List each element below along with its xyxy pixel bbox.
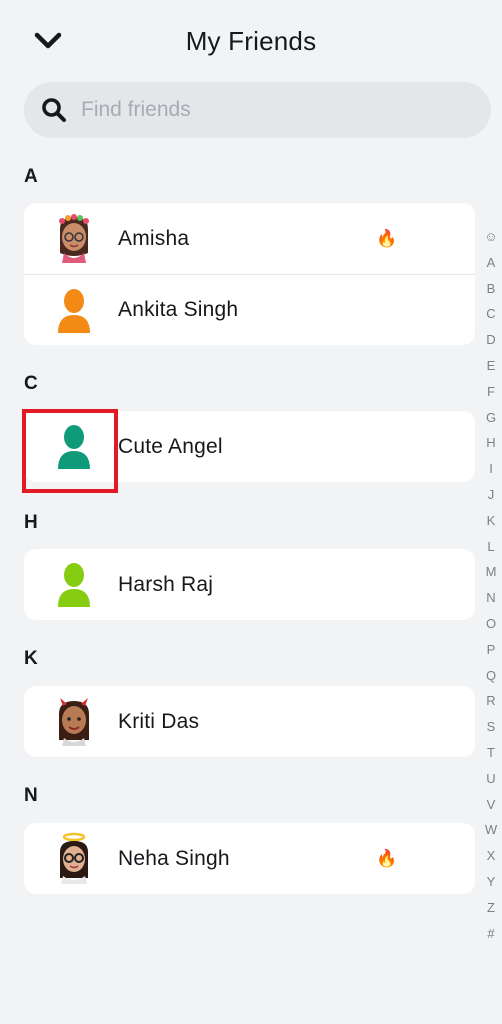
friends-card-c: Cute Angel (24, 411, 475, 482)
friend-row-harsh-raj[interactable]: Harsh Raj (24, 549, 475, 620)
friends-card-h: Harsh Raj (24, 549, 475, 620)
alphabet-index-letter[interactable]: Q (486, 663, 496, 689)
friend-name: Harsh Raj (118, 572, 214, 596)
friend-name: Neha Singh (118, 846, 230, 870)
alphabet-index-letter[interactable]: T (487, 740, 495, 766)
bitmoji-avatar (50, 695, 98, 747)
alphabet-index-letter[interactable]: W (485, 817, 497, 843)
friend-row-amisha[interactable]: Amisha 🔥 (24, 203, 475, 274)
default-avatar-icon (50, 558, 98, 610)
alphabet-index-letter[interactable]: I (489, 456, 493, 482)
alphabet-index-letter[interactable]: F (487, 379, 495, 405)
alphabet-index-emoji[interactable]: ☺ (484, 224, 497, 250)
friend-name: Ankita Singh (118, 298, 239, 321)
section-header-h: H (24, 512, 38, 533)
alphabet-index-letter[interactable]: Z (487, 895, 495, 921)
section-header-k: K (24, 648, 38, 669)
alphabet-index-letter[interactable]: G (486, 405, 496, 431)
alphabet-index-letter[interactable]: M (486, 559, 497, 585)
friends-card-n: Neha Singh 🔥 (24, 823, 475, 894)
friend-name: Amisha (118, 226, 190, 250)
streak-fire-icon: 🔥 (376, 228, 398, 248)
friends-card-k: Kriti Das (24, 686, 475, 757)
default-avatar-icon (50, 420, 98, 472)
alphabet-index-letter[interactable]: J (488, 482, 495, 508)
alphabet-index-letter[interactable]: A (487, 250, 496, 276)
alphabet-index-letter[interactable]: N (486, 585, 495, 611)
section-header-a: A (24, 166, 38, 187)
section-header-n: N (24, 785, 38, 806)
page-title: My Friends (185, 26, 317, 56)
friend-row-neha-singh[interactable]: Neha Singh 🔥 (24, 823, 475, 894)
alphabet-index-letter[interactable]: R (486, 688, 495, 714)
alphabet-index-letter[interactable]: S (487, 714, 496, 740)
default-avatar-icon (50, 284, 98, 336)
alphabet-index-letter[interactable]: L (487, 534, 494, 560)
alphabet-index-letter[interactable]: C (486, 301, 495, 327)
streak-fire-icon: 🔥 (376, 848, 398, 868)
alphabet-index-letter[interactable]: P (487, 637, 496, 663)
alphabet-index-letter[interactable]: K (487, 508, 496, 534)
alphabet-index-letter[interactable]: Y (487, 869, 496, 895)
alphabet-index-letter[interactable]: U (486, 766, 495, 792)
friend-name: Kriti Das (118, 709, 200, 733)
search-bar[interactable] (24, 82, 491, 138)
search-icon (39, 95, 69, 125)
friend-row-kriti-das[interactable]: Kriti Das (24, 686, 475, 757)
friend-row-ankita-singh[interactable]: Ankita Singh (24, 274, 475, 345)
alphabet-index-letter[interactable]: D (486, 327, 495, 353)
alphabet-index-letter[interactable]: E (487, 353, 496, 379)
bitmoji-avatar (50, 832, 98, 884)
friend-row-cute-angel[interactable]: Cute Angel (24, 411, 475, 482)
alphabet-index-letter[interactable]: B (487, 276, 496, 302)
header: My Friends (0, 0, 502, 80)
alphabet-index-letter[interactable]: V (487, 792, 496, 818)
alphabet-index[interactable]: ☺ A B C D E F G H I J K L M N O P Q R S T U V W X Y Z # (480, 224, 502, 946)
bitmoji-avatar (50, 212, 98, 264)
friends-card-a: Amisha 🔥 Ankita Singh (24, 203, 475, 345)
friend-name: Cute Angel (118, 434, 223, 458)
alphabet-index-letter[interactable]: O (486, 611, 496, 637)
alphabet-index-letter[interactable]: H (486, 430, 495, 456)
section-header-c: C (24, 373, 38, 394)
alphabet-index-letter[interactable]: # (487, 921, 494, 947)
search-input[interactable] (81, 98, 441, 122)
alphabet-index-letter[interactable]: X (487, 843, 496, 869)
